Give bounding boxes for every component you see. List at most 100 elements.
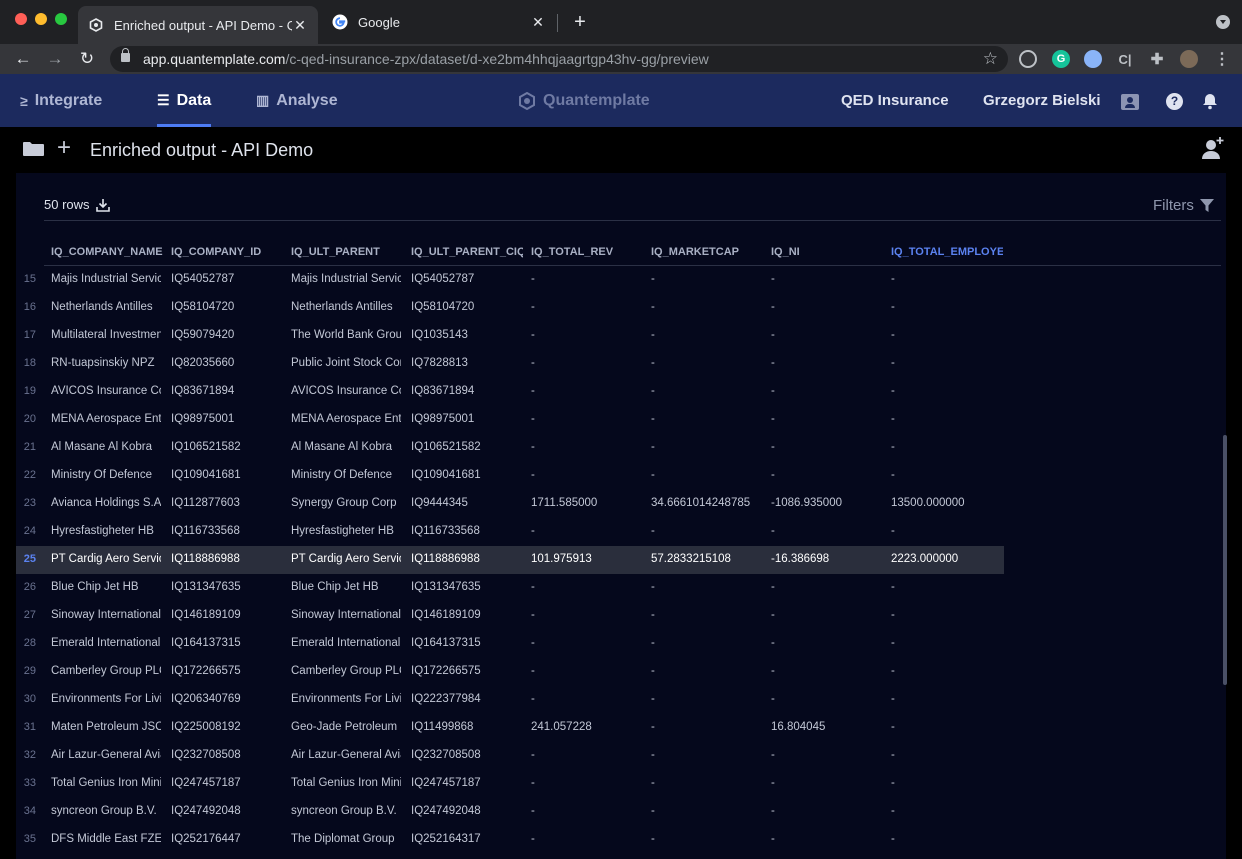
table-cell[interactable]: 241.057228 [531, 721, 641, 733]
column-header[interactable]: IQ_COMPANY_ID [171, 246, 283, 258]
table-cell[interactable]: - [651, 665, 761, 677]
table-cell[interactable]: IQ247457187 [171, 777, 281, 789]
table-cell[interactable]: - [651, 805, 761, 817]
table-cell[interactable]: - [531, 525, 641, 537]
table-cell[interactable]: Emerald International [291, 637, 401, 649]
table-cell[interactable]: - [531, 441, 641, 453]
table-cell[interactable]: Maten Petroleum JSC [51, 721, 161, 733]
table-row[interactable]: 21 Al Masane Al Kobra IQ106521582 Al Masane… [16, 434, 1004, 462]
table-cell[interactable]: The Diplomat Group [291, 833, 401, 845]
table-cell[interactable]: The World Bank Group [291, 329, 401, 341]
table-cell[interactable]: - [891, 805, 1001, 817]
table-cell[interactable]: IQ98975001 [411, 413, 521, 425]
table-cell[interactable]: - [771, 749, 881, 761]
table-cell[interactable]: - [771, 441, 881, 453]
table-row[interactable]: 15 Majis Industrial Services IQ54052787 Maj… [16, 266, 1004, 294]
table-cell[interactable]: 1711.585000 [531, 497, 641, 509]
table-cell[interactable]: - [771, 329, 881, 341]
table-cell[interactable]: Public Joint Stock Company [291, 357, 401, 369]
table-cell[interactable]: Camberley Group PLC [51, 665, 161, 677]
table-cell[interactable]: - [531, 329, 641, 341]
table-cell[interactable]: - [531, 385, 641, 397]
table-cell[interactable]: - [531, 413, 641, 425]
table-cell[interactable]: IQ54052787 [411, 273, 521, 285]
table-cell[interactable]: - [651, 441, 761, 453]
table-cell[interactable]: Emerald International [51, 637, 161, 649]
table-cell[interactable]: IQ98975001 [171, 413, 281, 425]
table-cell[interactable]: Geo-Jade Petroleum [291, 721, 401, 733]
table-cell[interactable]: - [891, 273, 1001, 285]
profile-avatar[interactable] [1180, 50, 1198, 68]
table-cell[interactable]: IQ131347635 [171, 581, 281, 593]
table-row[interactable]: 35 DFS Middle East FZE IQ252176447 The Dipl… [16, 826, 1004, 854]
table-cell[interactable]: - [891, 721, 1001, 733]
table-cell[interactable]: - [651, 693, 761, 705]
table-cell[interactable]: IQ59079420 [171, 329, 281, 341]
table-cell[interactable]: - [891, 581, 1001, 593]
window-zoom-button[interactable] [55, 13, 67, 25]
table-cell[interactable]: - [891, 637, 1001, 649]
table-cell[interactable]: - [531, 609, 641, 621]
table-cell[interactable]: PT Cardig Aero Services [51, 553, 161, 565]
share-add-user-icon[interactable] [1200, 135, 1226, 161]
table-cell[interactable]: - [651, 469, 761, 481]
help-icon[interactable]: ? [1166, 93, 1183, 110]
table-cell[interactable]: - [891, 329, 1001, 341]
table-cell[interactable]: - [771, 469, 881, 481]
table-cell[interactable]: AVICOS Insurance Company [51, 385, 161, 397]
table-cell[interactable]: 57.2833215108 [651, 553, 761, 565]
table-row[interactable]: 30 Environments For Living IQ206340769 Envi… [16, 686, 1004, 714]
organisation-name[interactable]: QED Insurance [841, 74, 949, 127]
table-cell[interactable]: IQ247492048 [171, 805, 281, 817]
tab-close-icon[interactable]: ✕ [530, 14, 546, 31]
column-header[interactable]: IQ_MARKETCAP [651, 246, 763, 258]
reload-icon[interactable]: ↻ [77, 49, 97, 69]
table-cell[interactable]: - [891, 469, 1001, 481]
table-cell[interactable]: - [771, 805, 881, 817]
table-cell[interactable]: IQ164137315 [171, 637, 281, 649]
table-cell[interactable]: Al Masane Al Kobra [291, 441, 401, 453]
table-cell[interactable]: IQ7828813 [411, 357, 521, 369]
table-cell[interactable]: 16.804045 [771, 721, 881, 733]
table-row[interactable]: 22 Ministry Of Defence IQ109041681 Ministry… [16, 462, 1004, 490]
table-cell[interactable]: Blue Chip Jet HB [51, 581, 161, 593]
column-header[interactable]: IQ_ULT_PARENT_CIQ_ID [411, 246, 523, 258]
new-tab-icon[interactable]: + [570, 12, 590, 32]
table-cell[interactable]: - [771, 665, 881, 677]
table-cell[interactable]: - [531, 301, 641, 313]
table-cell[interactable]: 2223.000000 [891, 553, 1001, 565]
table-cell[interactable]: AVICOS Insurance Company [291, 385, 401, 397]
table-cell[interactable]: - [891, 833, 1001, 845]
table-row[interactable]: 16 Netherlands Antilles IQ58104720 Netherla… [16, 294, 1004, 322]
table-cell[interactable]: - [651, 833, 761, 845]
table-cell[interactable]: IQ146189109 [171, 609, 281, 621]
table-cell[interactable]: - [771, 637, 881, 649]
table-cell[interactable]: Majis Industrial Services [51, 273, 161, 285]
table-cell[interactable]: - [771, 357, 881, 369]
table-cell[interactable]: - [531, 749, 641, 761]
table-cell[interactable]: - [531, 469, 641, 481]
column-header[interactable]: IQ_NI [771, 246, 883, 258]
table-cell[interactable]: - [651, 413, 761, 425]
table-cell[interactable]: DFS Middle East FZE [51, 833, 161, 845]
grammarly-icon[interactable]: G [1052, 50, 1070, 68]
table-cell[interactable]: Total Genius Iron Mining [51, 777, 161, 789]
table-cell[interactable]: Air Lazur-General Aviation [51, 749, 161, 761]
table-row[interactable]: 17 Multilateral Investment IQ59079420 The W… [16, 322, 1004, 350]
table-cell[interactable]: Ministry Of Defence [291, 469, 401, 481]
window-close-button[interactable] [15, 13, 27, 25]
table-cell[interactable]: Hyresfastigheter HB [291, 525, 401, 537]
table-cell[interactable]: - [531, 273, 641, 285]
table-cell[interactable]: - [891, 413, 1001, 425]
table-row[interactable]: 24 Hyresfastigheter HB IQ116733568 Hyresfas… [16, 518, 1004, 546]
table-cell[interactable]: Environments For Living [51, 693, 161, 705]
column-header[interactable]: IQ_TOTAL_REV [531, 246, 643, 258]
browser-tab-google[interactable]: Google ✕ [322, 6, 556, 38]
table-row[interactable]: 31 Maten Petroleum JSC IQ225008192 Geo-Jade… [16, 714, 1004, 742]
table-cell[interactable]: Total Genius Iron Mining [291, 777, 401, 789]
table-cell[interactable]: -16.386698 [771, 553, 881, 565]
table-row[interactable]: 26 Blue Chip Jet HB IQ131347635 Blue Chip J… [16, 574, 1004, 602]
table-cell[interactable]: IQ58104720 [171, 301, 281, 313]
table-cell[interactable]: 101.975913 [531, 553, 641, 565]
table-row[interactable]: 18 RN-tuapsinskiy NPZ IQ82035660 Public Joi… [16, 350, 1004, 378]
